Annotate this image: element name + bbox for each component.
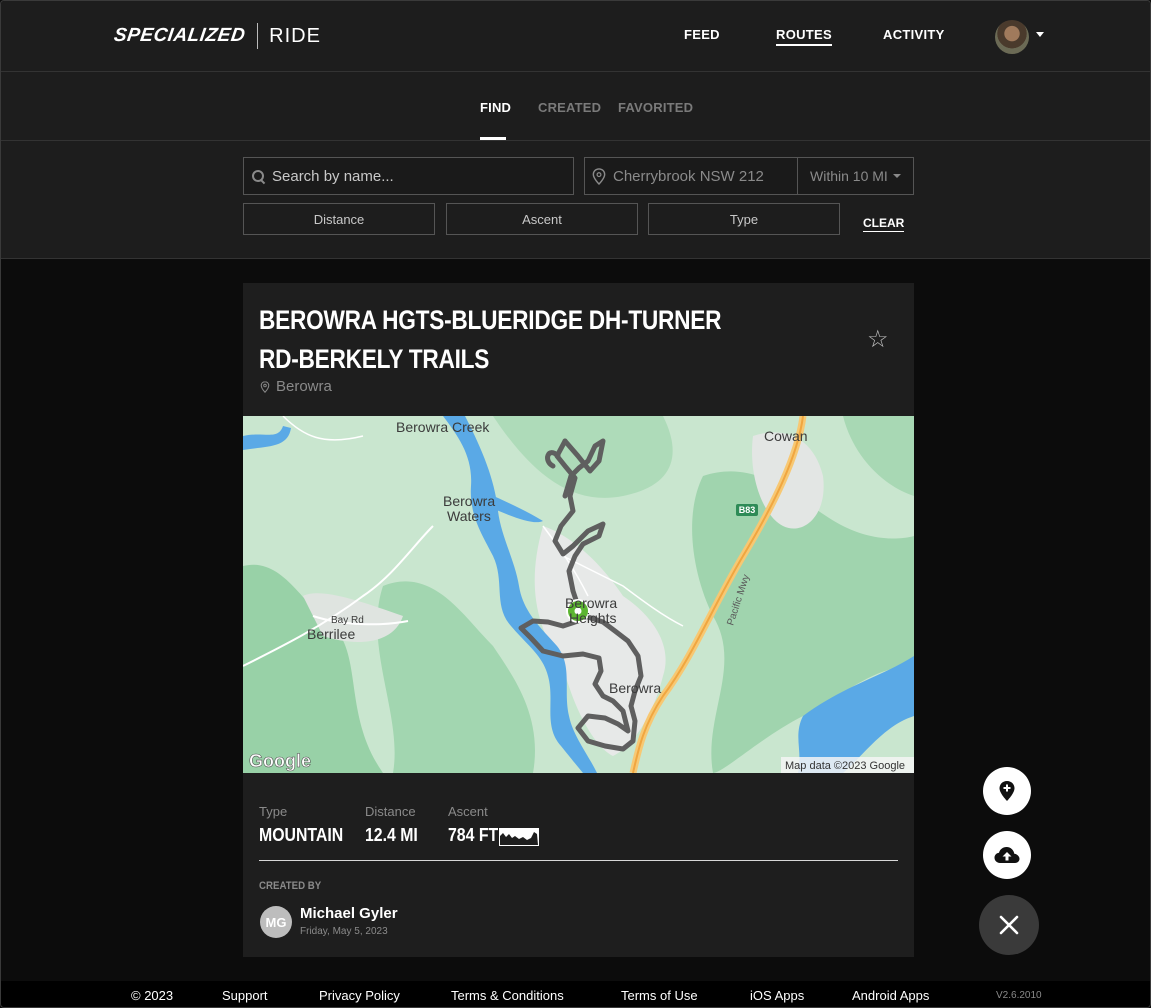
upload-button[interactable]	[983, 831, 1031, 879]
ascent-value: 784 FT	[448, 825, 499, 845]
route-location: Berowra	[260, 378, 332, 395]
search-placeholder: Search by name...	[272, 167, 394, 185]
elevation-profile-icon	[499, 828, 539, 846]
chevron-down-icon	[892, 174, 901, 178]
route-tabs: FIND CREATED FAVORITED	[1, 72, 1150, 141]
type-filter[interactable]: Type	[648, 203, 840, 235]
footer-link-terms-conditions[interactable]: Terms & Conditions	[451, 988, 564, 1003]
top-header: SPECIALIZED RIDE FEED ROUTES ACTIVITY	[1, 1, 1150, 72]
search-input[interactable]: Search by name...	[243, 157, 574, 195]
route-map[interactable]: B83 Berowra Creek Cowan Berowra Waters B…	[243, 416, 914, 773]
location-value: Cherrybrook NSW 212	[613, 167, 764, 185]
google-logo: Google	[249, 751, 311, 771]
filter-bar: Search by name... Cherrybrook NSW 212 Wi…	[1, 141, 1150, 259]
specialized-logo: SPECIALIZED	[112, 25, 247, 46]
map-label-berrilee: Berrilee	[307, 626, 355, 642]
app-window: SPECIALIZED RIDE FEED ROUTES ACTIVITY FI…	[0, 0, 1151, 1008]
location-pin-icon	[592, 167, 606, 185]
search-icon	[252, 169, 265, 183]
footer: © 2023 Support Privacy Policy Terms & Co…	[1, 981, 1150, 1007]
cloud-upload-icon	[994, 847, 1020, 863]
footer-link-privacy[interactable]: Privacy Policy	[319, 988, 400, 1003]
map-label-berowra-heights-line2: Heights	[569, 610, 616, 626]
close-icon	[999, 915, 1019, 935]
map-label-bay-rd: Bay Rd	[331, 615, 364, 626]
star-icon[interactable]: ☆	[867, 325, 889, 354]
distance-value: 12.4 MI	[365, 825, 418, 845]
created-date: Friday, May 5, 2023	[300, 926, 388, 937]
map-svg: B83 Berowra Creek Cowan Berowra Waters B…	[243, 416, 914, 773]
footer-link-support[interactable]: Support	[222, 988, 268, 1003]
footer-link-terms-use[interactable]: Terms of Use	[621, 988, 698, 1003]
footer-link-ios[interactable]: iOS Apps	[750, 988, 804, 1003]
stats-divider	[259, 860, 898, 861]
user-avatar[interactable]	[995, 20, 1029, 54]
type-value: MOUNTAIN	[259, 825, 344, 845]
brand-divider	[257, 23, 259, 49]
radius-dropdown[interactable]: Within 10 MI	[797, 157, 914, 195]
clear-filters-button[interactable]: CLEAR	[863, 216, 905, 232]
nav-feed[interactable]: FEED	[684, 27, 720, 42]
chevron-down-icon[interactable]	[1036, 32, 1044, 37]
add-location-icon	[999, 781, 1015, 801]
avatar[interactable]: MG	[260, 906, 292, 938]
route-location-text: Berowra	[276, 378, 332, 395]
nav-routes[interactable]: ROUTES	[776, 27, 832, 46]
tab-created[interactable]: CREATED	[538, 100, 601, 115]
distance-filter[interactable]: Distance	[243, 203, 435, 235]
map-label-berowra-waters-line2: Waters	[447, 508, 491, 524]
location-pin-icon	[260, 380, 270, 393]
route-card[interactable]: BEROWRA HGTS-BLUERIDGE DH-TURNER RD-BERK…	[243, 283, 914, 957]
created-by-label: CREATED BY	[259, 880, 322, 892]
footer-copyright: © 2023	[131, 988, 174, 1003]
author-name[interactable]: Michael Gyler	[300, 905, 398, 922]
route-title[interactable]: BEROWRA HGTS-BLUERIDGE DH-TURNER RD-BERK…	[259, 301, 729, 379]
radius-value: Within 10 MI	[810, 168, 888, 184]
add-location-button[interactable]	[983, 767, 1031, 815]
app-name: RIDE	[269, 24, 321, 47]
app-version: V2.6.2010	[996, 990, 1042, 1001]
type-label: Type	[259, 804, 288, 819]
map-label-cowan: Cowan	[764, 428, 808, 444]
ascent-label: Ascent	[448, 804, 488, 819]
map-label-berowra-creek: Berowra Creek	[396, 419, 490, 435]
active-tab-indicator	[480, 137, 506, 140]
brand-logo[interactable]: SPECIALIZED RIDE	[112, 23, 321, 49]
nav-activity[interactable]: ACTIVITY	[883, 27, 945, 42]
map-attribution[interactable]: Map data ©2023 Google	[785, 760, 905, 772]
tab-favorited[interactable]: FAVORITED	[618, 100, 693, 115]
map-label-berowra-waters-line1: Berowra	[443, 493, 495, 509]
footer-link-android[interactable]: Android Apps	[852, 988, 929, 1003]
road-shield-b83: B83	[739, 505, 756, 515]
map-label-berowra: Berowra	[609, 680, 661, 696]
tab-find[interactable]: FIND	[480, 100, 511, 115]
distance-label: Distance	[365, 804, 416, 819]
map-label-berowra-heights-line1: Berowra	[565, 595, 617, 611]
location-input[interactable]: Cherrybrook NSW 212	[584, 157, 798, 195]
ascent-filter[interactable]: Ascent	[446, 203, 638, 235]
close-menu-button[interactable]	[979, 895, 1039, 955]
